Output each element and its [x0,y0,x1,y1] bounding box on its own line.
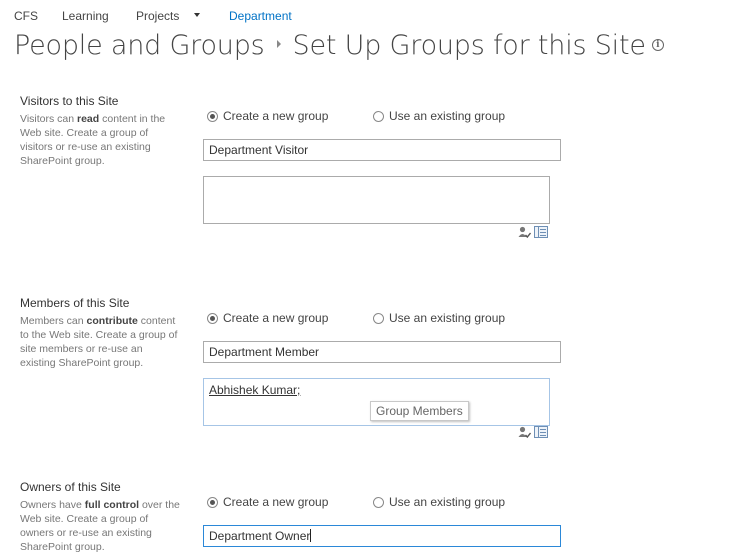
visitors-create-new-radio[interactable]: Create a new group [207,109,328,123]
radio-unchecked-icon[interactable] [373,496,384,508]
owners-create-new-radio[interactable]: Create a new group [207,495,328,509]
owners-section-title: Owners of this Site [20,480,121,494]
visitors-group-name-input[interactable]: Department Visitor [203,139,561,161]
radio-unchecked-icon[interactable] [373,110,384,122]
text-caret [310,529,312,542]
members-section-title: Members of this Site [20,296,130,310]
breadcrumb-separator-icon [276,40,281,48]
radio-checked-icon[interactable] [207,496,218,508]
radio-checked-icon[interactable] [207,312,218,324]
people-picker-tooltip: Group Members [370,401,469,421]
page-title: People and Groups Set Up Groups for this … [14,30,664,61]
radio-unchecked-icon[interactable] [373,312,384,324]
owners-group-name-input[interactable]: Department Owner [203,525,561,547]
visitors-use-existing-radio[interactable]: Use an existing group [373,109,505,123]
radio-checked-icon[interactable] [207,110,218,122]
visitors-picker-actions [518,225,548,239]
check-names-icon[interactable] [518,226,531,239]
members-group-name-input[interactable]: Department Member [203,341,561,363]
members-picker-actions [518,425,548,439]
members-people-picker[interactable]: Abhishek Kumar; Group Members [203,378,550,426]
address-book-icon[interactable] [534,426,548,438]
visitors-section-title: Visitors to this Site [20,94,119,108]
breadcrumb-current: Set Up Groups for this Site [292,30,646,61]
visitors-section-description: Visitors can read content in the Web sit… [20,113,166,167]
chevron-down-icon[interactable] [194,13,200,17]
nav-link-cfs[interactable]: CFS [14,9,38,23]
members-section-description: Members can contribute content to the We… [20,315,178,369]
members-person-entry[interactable]: Abhishek Kumar; [209,383,300,397]
visitors-people-picker[interactable] [203,176,550,224]
address-book-icon[interactable] [534,226,548,238]
breadcrumb-parent[interactable]: People and Groups [14,30,265,61]
members-use-existing-radio[interactable]: Use an existing group [373,311,505,325]
nav-link-projects[interactable]: Projects [136,9,179,23]
nav-link-department[interactable]: Department [229,9,292,23]
check-names-icon[interactable] [518,426,531,439]
owners-use-existing-radio[interactable]: Use an existing group [373,495,505,509]
info-icon[interactable]: i [651,38,664,51]
members-create-new-radio[interactable]: Create a new group [207,311,328,325]
nav-link-learning[interactable]: Learning [62,9,109,23]
